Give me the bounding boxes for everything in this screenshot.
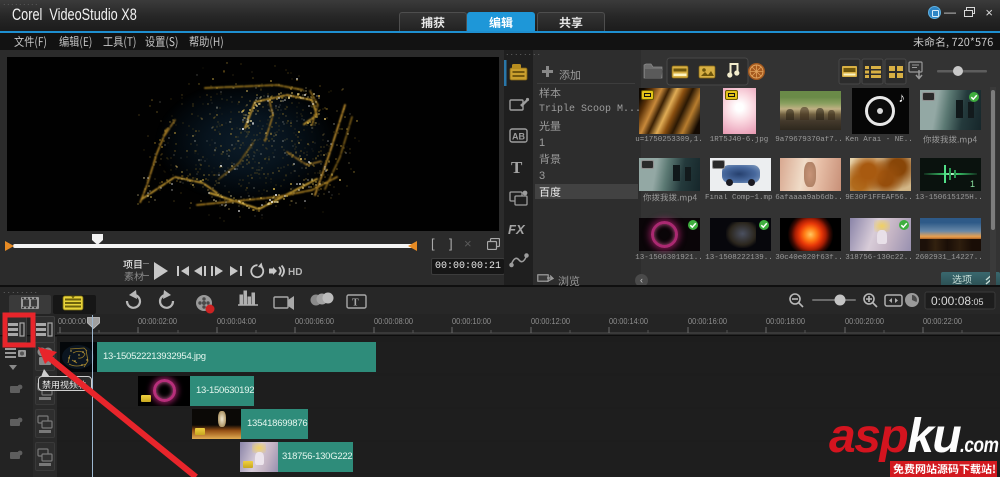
- svg-text:00:00:14:00: 00:00:14:00: [609, 317, 649, 326]
- svg-text:00:00:20:00: 00:00:20:00: [845, 317, 885, 326]
- svg-text:0:00:08:05: 0:00:08:05: [931, 294, 984, 308]
- svg-text:T: T: [352, 298, 359, 309]
- svg-text:00:00:22:00: 00:00:22:00: [923, 317, 963, 326]
- svg-text:00:00:04:00: 00:00:04:00: [217, 317, 257, 326]
- svg-text:00:00:02:00: 00:00:02:00: [138, 317, 178, 326]
- svg-text:00:00:12:00: 00:00:12:00: [531, 317, 571, 326]
- svg-text:00:00:10:00: 00:00:10:00: [452, 317, 492, 326]
- svg-text:T: T: [511, 158, 523, 177]
- svg-text:00:00:08:00: 00:00:08:00: [374, 317, 414, 326]
- svg-text:00:00:06:00: 00:00:06:00: [295, 317, 335, 326]
- svg-text:00:00:00: 00:00:00: [58, 317, 86, 326]
- svg-text:AB: AB: [512, 132, 525, 142]
- svg-text:HD: HD: [288, 267, 302, 278]
- svg-text:00:00:16:00: 00:00:16:00: [688, 317, 728, 326]
- svg-text:FX: FX: [508, 222, 526, 237]
- svg-text:00:00:18:00: 00:00:18:00: [766, 317, 806, 326]
